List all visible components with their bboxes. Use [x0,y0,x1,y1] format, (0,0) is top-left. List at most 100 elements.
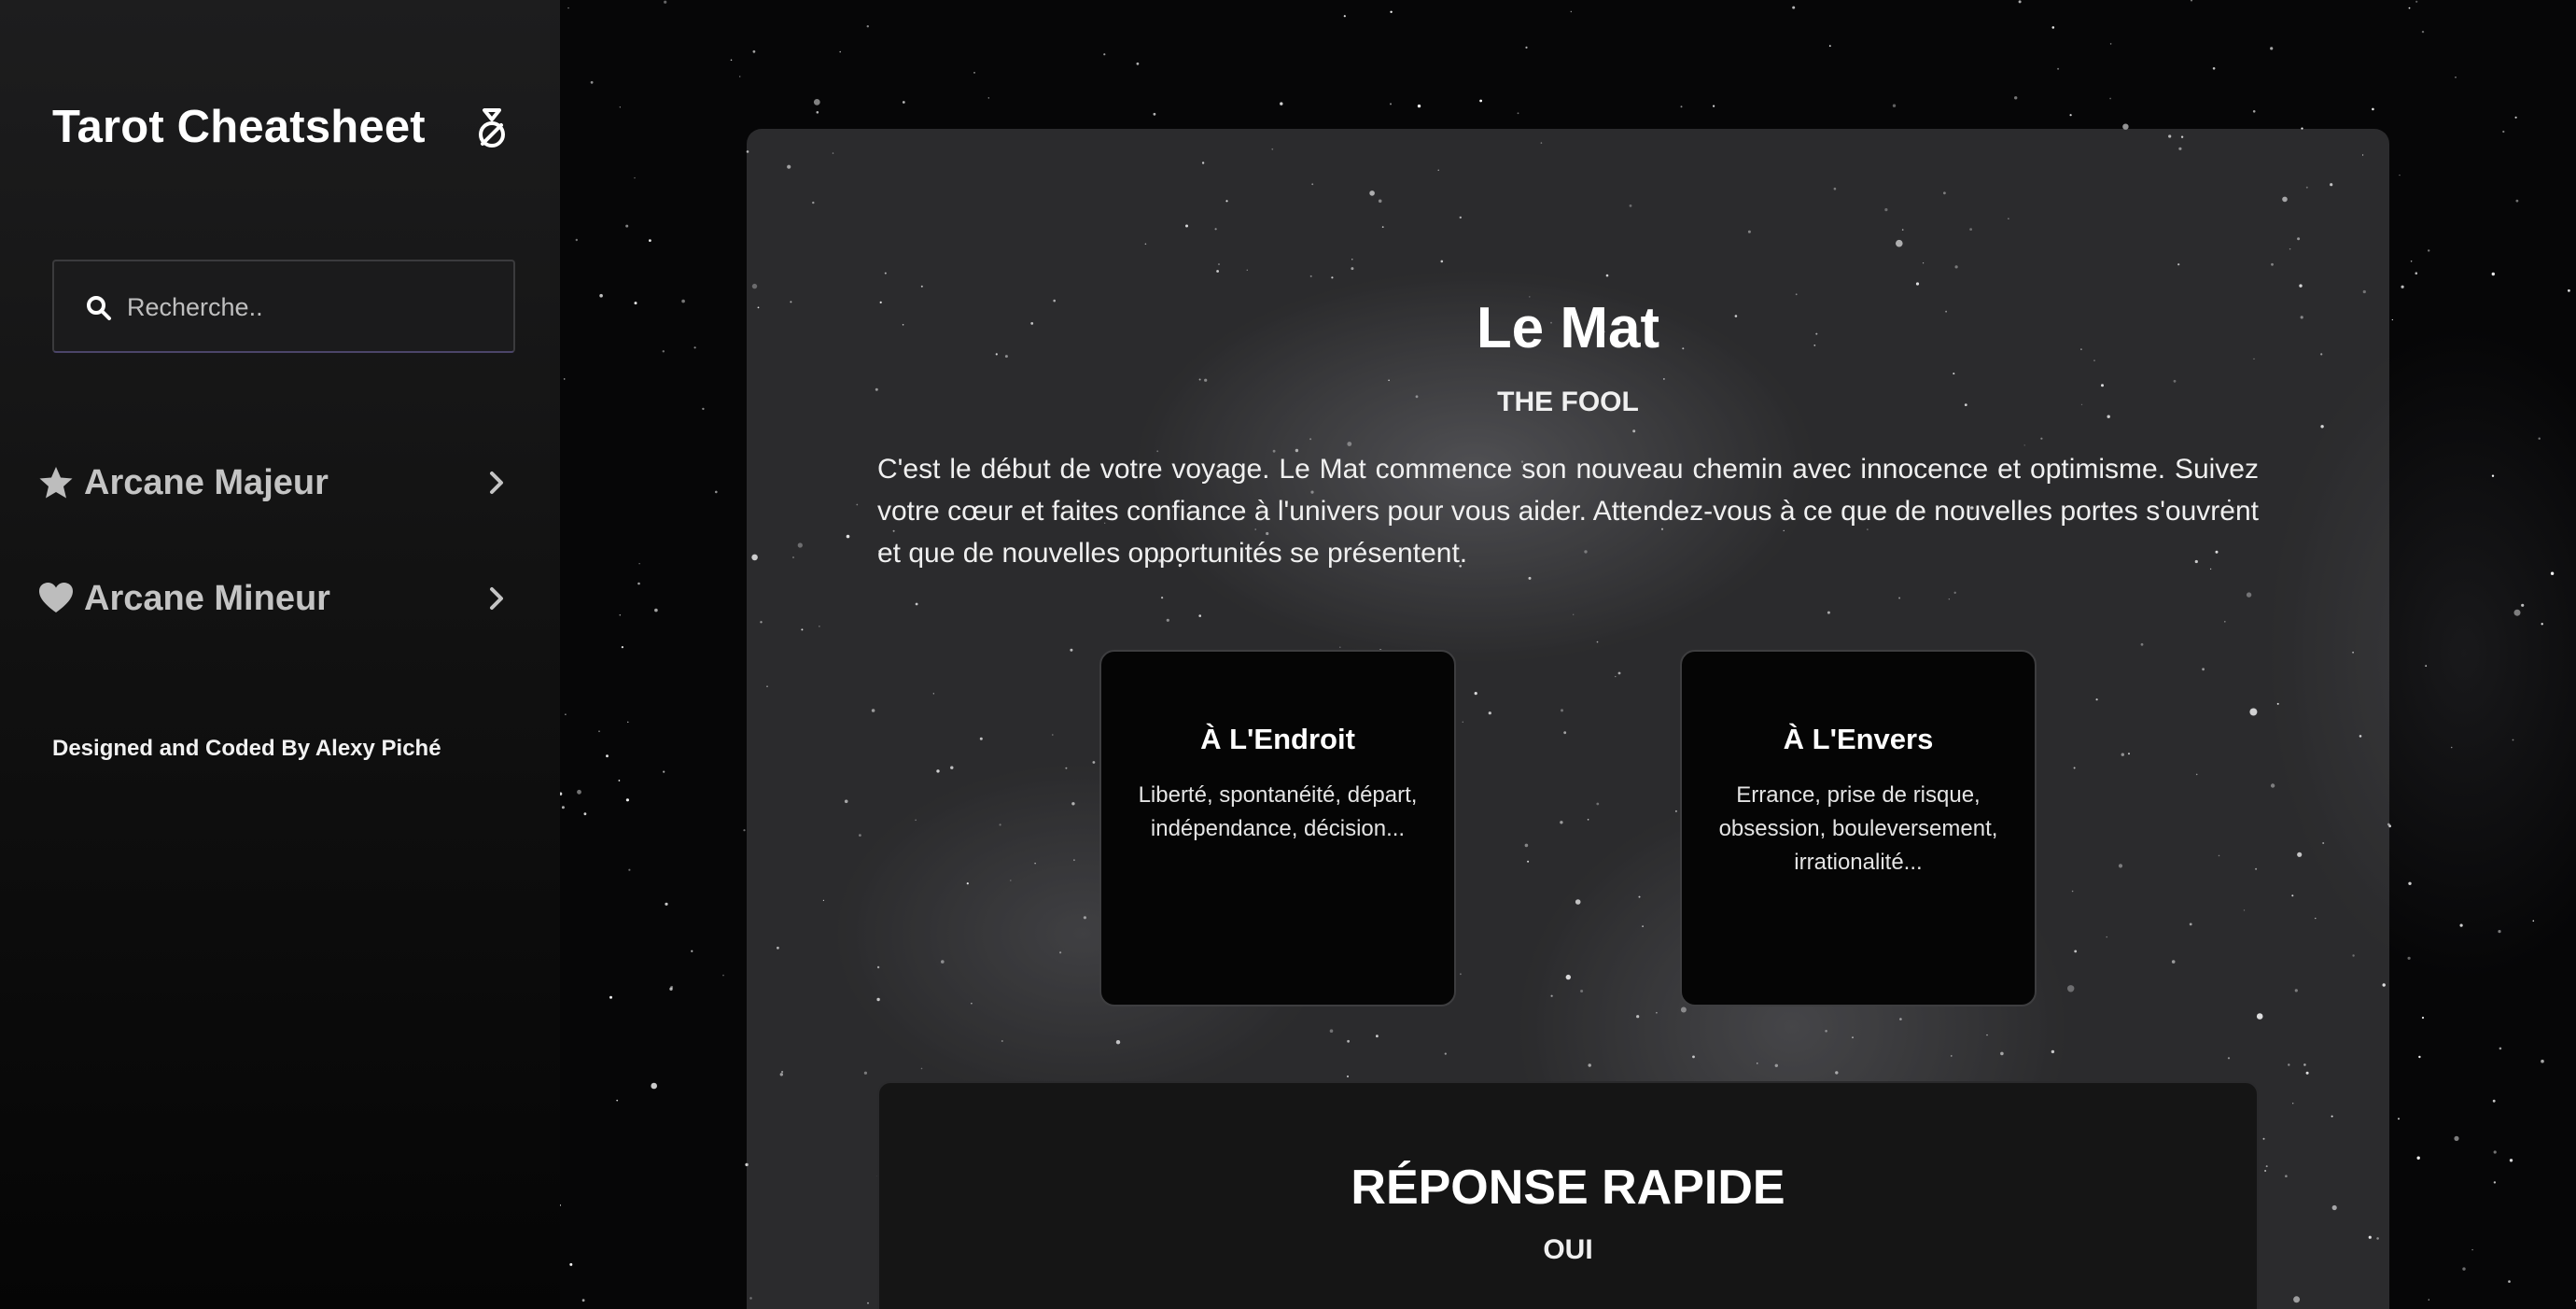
star [2471,1248,2473,1251]
star [616,1099,619,1102]
star [567,7,569,9]
star [1280,102,1283,106]
star [730,59,733,62]
star [813,99,820,106]
upright-meaning-card[interactable]: À L'Endroit Liberté, spontanéité, départ… [1099,650,1456,1006]
star [618,780,621,781]
reversed-meaning-card[interactable]: À L'Envers Errance, prise de risque, obs… [1680,650,2037,1006]
star [638,563,640,565]
search-input[interactable] [127,282,500,332]
star [2509,1159,2513,1162]
star [2416,1156,2420,1160]
star [2498,930,2501,934]
star [577,789,581,795]
star [2109,97,2111,100]
upright-title: À L'Endroit [1200,723,1355,755]
star [2541,623,2543,626]
star [1892,104,1897,107]
quick-answer-title: RÉPONSE RAPIDE [1351,1161,1785,1215]
star [2407,956,2411,960]
star [2014,96,2018,100]
star [606,754,609,758]
star [1570,10,1573,13]
star [628,868,631,871]
star [902,101,905,104]
star [569,1262,573,1266]
card-subtitle: THE FOOL [1497,387,1639,417]
search-icon [87,296,111,320]
sidebar-item-arcane-mineur[interactable]: Arcane Mineur [37,565,513,632]
pendulum-icon[interactable] [472,106,511,151]
sidebar-item-arcane-majeur[interactable]: Arcane Majeur [37,449,513,516]
star [560,1204,561,1206]
star [625,798,629,802]
star [2538,437,2541,440]
star [651,1082,657,1090]
star [1828,45,1831,47]
star [1479,99,1482,103]
star [2508,1280,2511,1283]
star [634,176,636,179]
star [702,407,705,411]
star [565,713,567,715]
star [743,829,746,832]
star [1525,46,1528,49]
star [2190,0,2193,2]
star [2568,289,2570,292]
star [2454,1135,2459,1141]
star [1517,112,1519,115]
star [2018,0,2022,4]
star [669,987,673,991]
star [2491,474,2495,477]
star [1103,53,1106,56]
star [2051,26,2055,29]
star [627,721,629,723]
star [1792,6,1796,9]
star [621,646,623,649]
star [619,106,621,108]
chevron-right-icon [490,472,503,494]
star [2415,272,2418,275]
star [2499,1047,2502,1050]
star [1680,106,1683,108]
star [2408,7,2411,9]
star [2455,77,2457,78]
star [561,806,565,809]
quick-answer-box: RÉPONSE RAPIDE OUI [877,1081,2259,1309]
star [662,350,665,353]
star [2415,0,2418,3]
star [693,346,696,349]
star [1153,112,1156,116]
star [2493,1150,2497,1154]
star [1390,103,1392,106]
star [2514,116,2517,119]
credit-text: Designed and Coded By Alexy Piché [52,736,441,761]
star [2109,43,2112,45]
star [634,302,637,305]
star [2492,1099,2496,1103]
star [2391,318,2393,321]
star [1390,10,1393,13]
star [560,792,563,795]
star [1343,15,1346,18]
star [1713,105,1715,107]
star [816,111,819,114]
star [665,902,668,906]
upright-text: Liberté, spontanéité, départ, indépendan… [1138,782,1418,841]
star [866,25,869,28]
star [2399,175,2401,176]
card-description: C'est le début de votre voyage. Le Mat c… [877,454,2259,569]
star [2502,130,2505,134]
star [2459,923,2463,927]
star [654,608,658,612]
star [1417,104,1421,108]
star [2515,199,2519,203]
star [2491,272,2495,276]
star [599,293,603,298]
star [691,950,693,952]
search-box[interactable] [52,260,515,353]
star [973,72,975,74]
star [2372,107,2374,111]
star [722,974,724,977]
star [2069,114,2072,117]
